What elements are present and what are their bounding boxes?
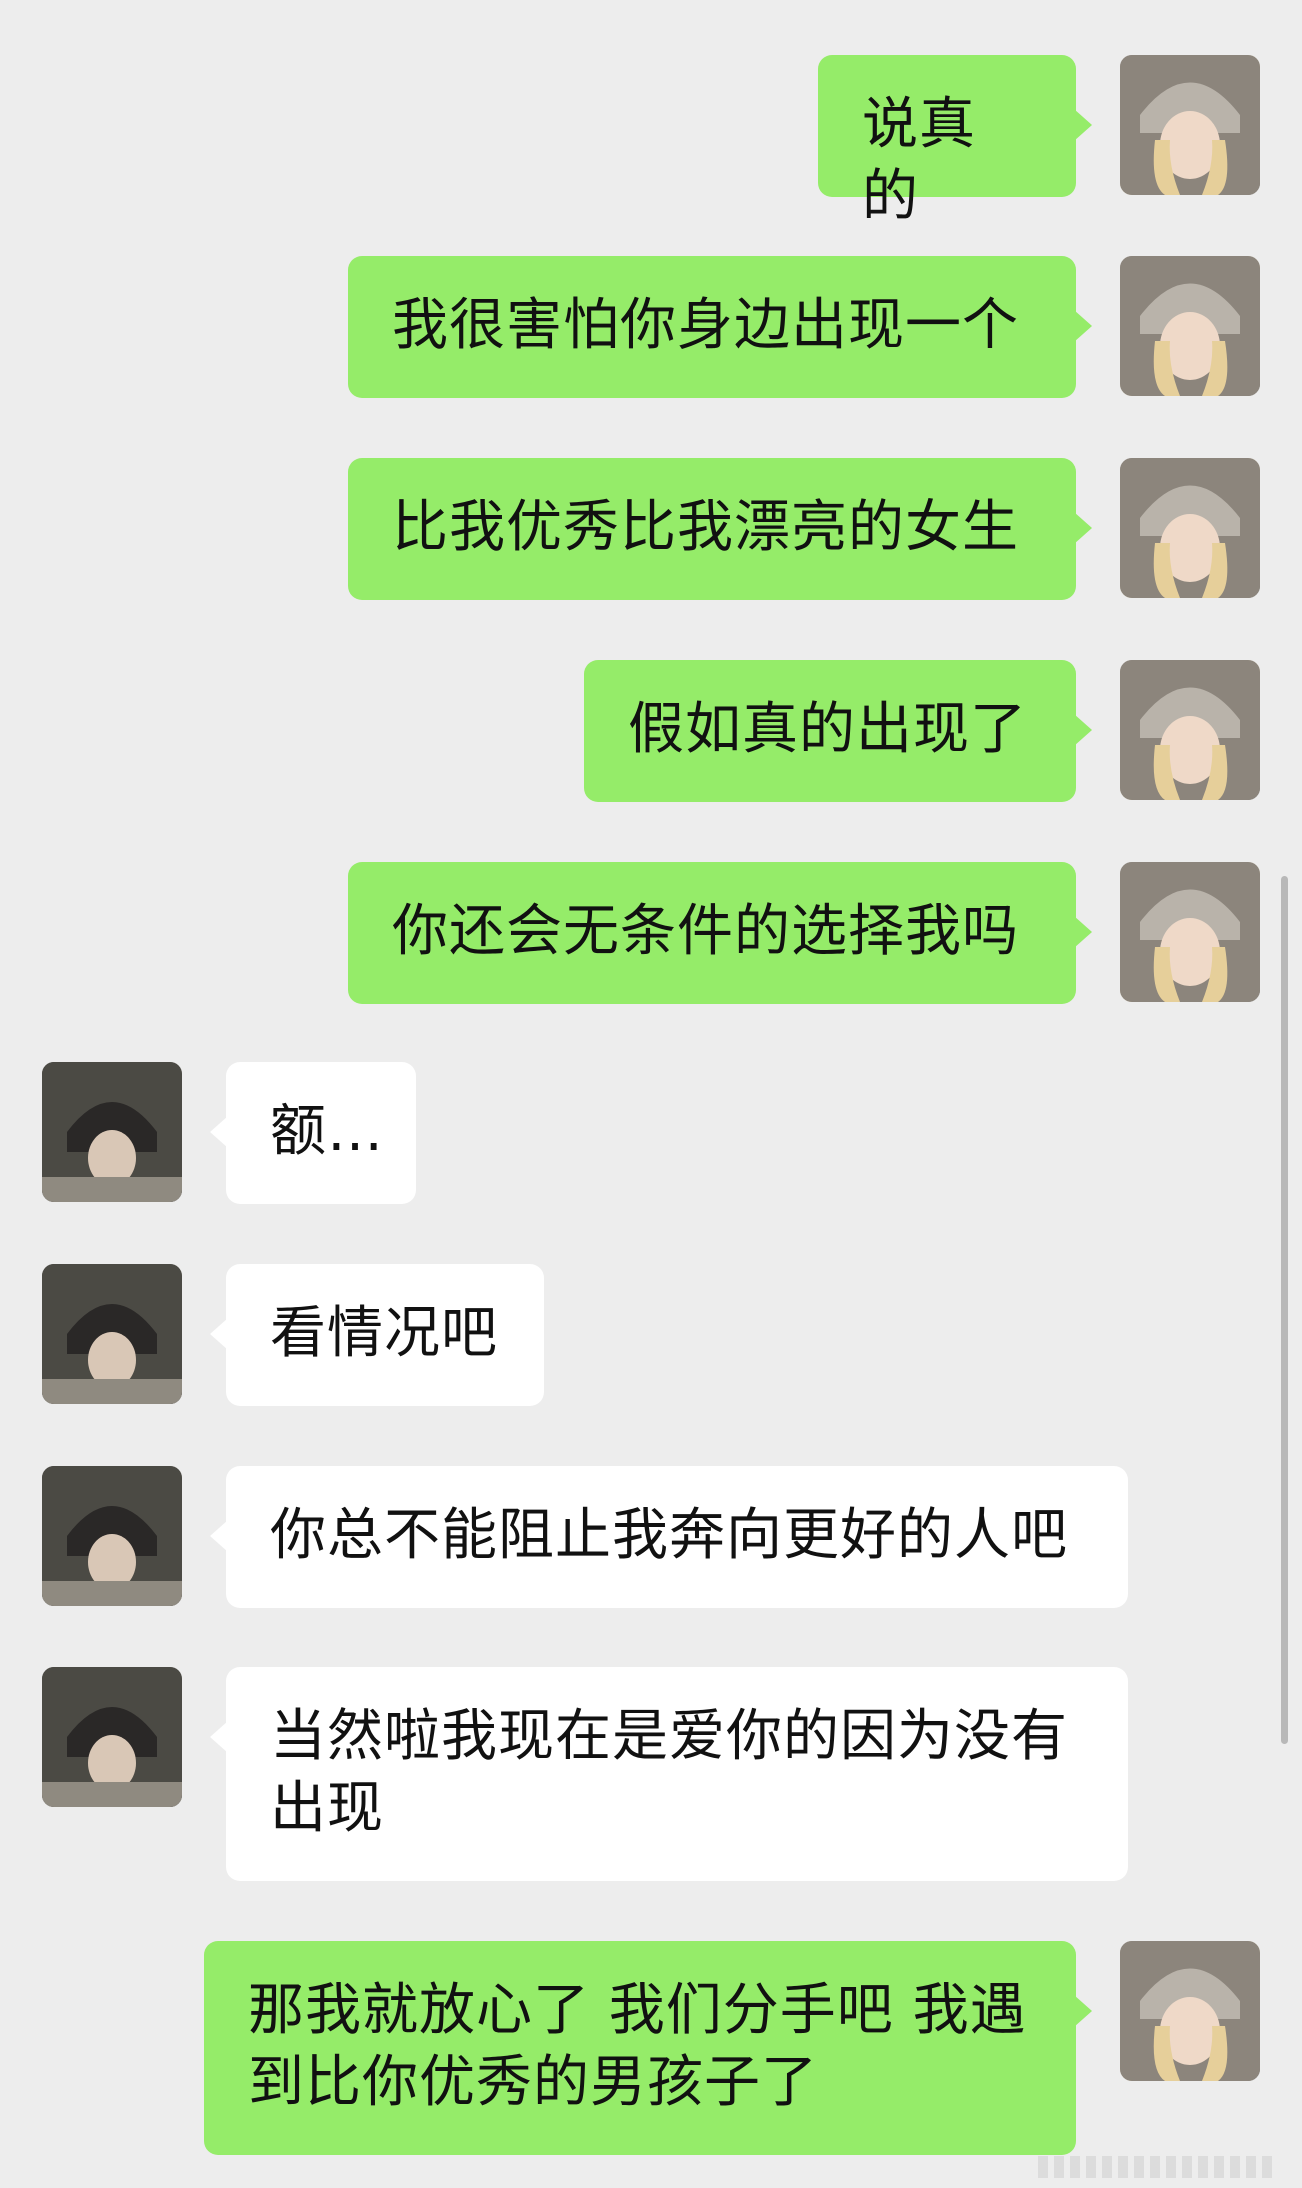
chat-scrollbar[interactable]: [1281, 876, 1288, 1744]
message-text: 额…: [270, 1099, 384, 1164]
avatar-photo-boy-icon: [42, 1667, 182, 1807]
message-bubble-outgoing[interactable]: 你还会无条件的选择我吗: [348, 862, 1092, 1004]
message-bubble-incoming[interactable]: 额…: [210, 1062, 416, 1204]
message-row-outgoing: 我很害怕你身边出现一个: [0, 256, 1302, 398]
message-text: 假如真的出现了: [628, 697, 1027, 762]
avatar-me[interactable]: [1120, 660, 1260, 800]
avatar-me[interactable]: [1120, 55, 1260, 195]
message-row-outgoing: 说真的: [0, 55, 1302, 229]
message-row-outgoing: 那我就放心了 我们分手吧 我遇到比你优秀的男孩子了: [0, 1941, 1302, 2155]
avatar-photo-boy-icon: [42, 1264, 182, 1404]
avatar-photo-girl-icon: [1120, 55, 1260, 195]
message-bubble-outgoing[interactable]: 我很害怕你身边出现一个: [348, 256, 1092, 398]
message-text: 比我优秀比我漂亮的女生: [392, 495, 1019, 560]
message-row-incoming: 额…: [0, 1062, 1302, 1204]
avatar-photo-boy-icon: [42, 1062, 182, 1202]
avatar-me[interactable]: [1120, 256, 1260, 396]
avatar-them[interactable]: [42, 1466, 182, 1606]
message-row-outgoing: 你还会无条件的选择我吗: [0, 862, 1302, 1004]
avatar-photo-girl-icon: [1120, 862, 1260, 1002]
message-bubble-incoming[interactable]: 当然啦我现在是爱你的因为没有出现: [210, 1667, 1128, 1881]
avatar-me[interactable]: [1120, 862, 1260, 1002]
avatar-them[interactable]: [42, 1264, 182, 1404]
message-text: 看情况吧: [270, 1301, 498, 1366]
avatar-me[interactable]: [1120, 458, 1260, 598]
message-row-incoming: 当然啦我现在是爱你的因为没有出现: [0, 1667, 1302, 1881]
avatar-photo-girl-icon: [1120, 458, 1260, 598]
message-text: 那我就放心了 我们分手吧 我遇到比你优秀的男孩子了: [248, 1978, 1027, 2115]
avatar-photo-girl-icon: [1120, 1941, 1260, 2081]
message-text: 我很害怕你身边出现一个: [392, 293, 1019, 358]
message-text: 当然啦我现在是爱你的因为没有出现: [270, 1704, 1068, 1841]
message-row-outgoing: 假如真的出现了: [0, 660, 1302, 802]
message-bubble-incoming[interactable]: 看情况吧: [210, 1264, 544, 1406]
message-text: 你总不能阻止我奔向更好的人吧: [270, 1503, 1068, 1568]
avatar-them[interactable]: [42, 1062, 182, 1202]
watermark: [1038, 2156, 1278, 2178]
message-bubble-outgoing[interactable]: 说真的: [818, 55, 1092, 229]
message-text: 你还会无条件的选择我吗: [392, 899, 1019, 964]
message-bubble-incoming[interactable]: 你总不能阻止我奔向更好的人吧: [210, 1466, 1128, 1608]
message-text: 说真的: [862, 92, 976, 229]
message-bubble-outgoing[interactable]: 比我优秀比我漂亮的女生: [348, 458, 1092, 600]
chat-window: 说真的 我很害怕你身边出现一个 比我优秀比我漂亮的女生 假如真的出现了 你还会无…: [0, 0, 1302, 2188]
avatar-photo-girl-icon: [1120, 660, 1260, 800]
message-row-incoming: 你总不能阻止我奔向更好的人吧: [0, 1466, 1302, 1608]
message-bubble-outgoing[interactable]: 那我就放心了 我们分手吧 我遇到比你优秀的男孩子了: [204, 1941, 1092, 2155]
avatar-photo-girl-icon: [1120, 256, 1260, 396]
avatar-them[interactable]: [42, 1667, 182, 1807]
avatar-me[interactable]: [1120, 1941, 1260, 2081]
message-row-outgoing: 比我优秀比我漂亮的女生: [0, 458, 1302, 600]
message-row-incoming: 看情况吧: [0, 1264, 1302, 1406]
message-bubble-outgoing[interactable]: 假如真的出现了: [584, 660, 1092, 802]
avatar-photo-boy-icon: [42, 1466, 182, 1606]
